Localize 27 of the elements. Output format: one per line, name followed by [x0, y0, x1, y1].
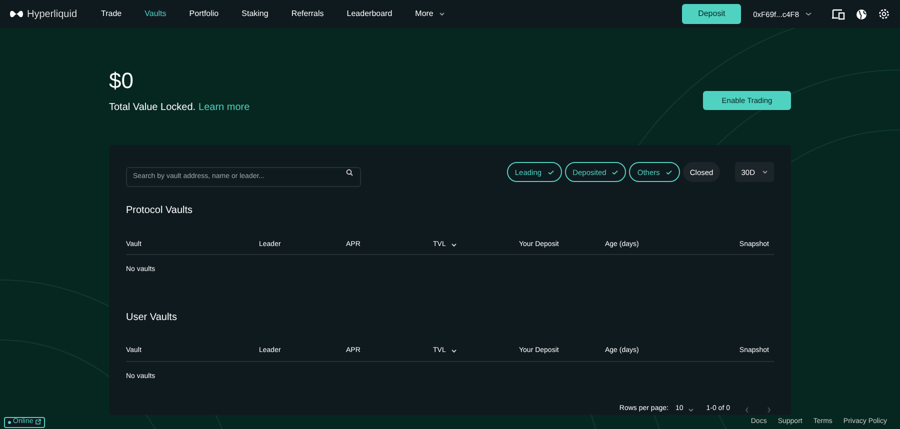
tvl-label: Total Value Locked.	[109, 101, 196, 116]
nav-link[interactable]: Portfolio	[189, 8, 219, 20]
logo-icon	[10, 10, 23, 18]
section-title: User Vaults	[126, 310, 178, 325]
deposit-button[interactable]: Deposit	[682, 4, 742, 24]
check-icon	[666, 170, 672, 175]
globe-icon[interactable]	[856, 8, 867, 20]
logo-text: Hyperliquid	[27, 8, 78, 22]
section-title: Protocol Vaults	[126, 204, 194, 218]
tvl-value: $0	[109, 68, 134, 94]
check-icon	[612, 170, 618, 175]
search-icon	[346, 169, 353, 176]
nav-link[interactable]: More	[415, 8, 446, 20]
check-icon	[548, 170, 554, 175]
nav-link[interactable]: Trade	[101, 8, 122, 20]
nav-link[interactable]: Referrals	[291, 8, 324, 20]
nav-link[interactable]: Staking	[242, 8, 268, 20]
chevron-icon	[805, 12, 812, 16]
learn-more-link[interactable]: Learn more	[198, 100, 250, 116]
nav-link[interactable]: Vaults	[144, 8, 166, 20]
chevron-icon	[762, 170, 768, 174]
status-dot-icon	[8, 420, 11, 424]
chevron-icon	[688, 408, 694, 412]
nav-link[interactable]: Leaderboard	[346, 8, 392, 20]
external-link-icon	[35, 419, 42, 426]
devices-icon[interactable]	[832, 8, 845, 20]
settings-icon[interactable]	[878, 8, 890, 20]
